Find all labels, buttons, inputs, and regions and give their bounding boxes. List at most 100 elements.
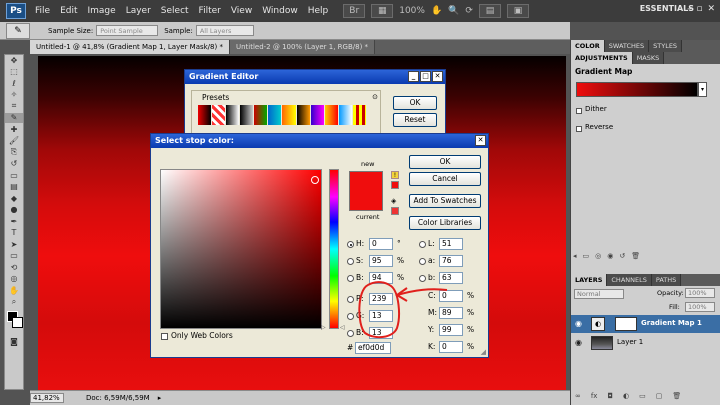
tab-swatches[interactable]: SWATCHES bbox=[604, 40, 650, 52]
eyedropper-tool-icon[interactable]: ✎ bbox=[5, 112, 23, 123]
pen-tool-icon[interactable]: ✒ bbox=[5, 216, 23, 226]
marquee-tool-icon[interactable]: ⬚ bbox=[5, 67, 23, 77]
tab-untitled-1[interactable]: Untitled-1 @ 41,8% (Gradient Map 1, Laye… bbox=[30, 40, 230, 54]
tab-layers[interactable]: LAYERS bbox=[571, 274, 608, 286]
new-adjustment-icon[interactable]: ◐ bbox=[623, 392, 629, 400]
reset-icon[interactable]: ↺ bbox=[619, 252, 625, 264]
sample-select[interactable]: All Layers bbox=[195, 25, 254, 36]
quick-mask-icon[interactable]: ◙ bbox=[5, 337, 23, 347]
tab-styles[interactable]: STYLES bbox=[649, 40, 683, 52]
add-mask-icon[interactable]: ◘ bbox=[607, 392, 613, 400]
tab-untitled-2[interactable]: Untitled-2 @ 100% (Layer 1, RGB/8) * bbox=[229, 40, 376, 54]
link-icon[interactable]: ∞ bbox=[575, 392, 581, 400]
menu-edit[interactable]: Edit bbox=[55, 6, 82, 16]
preset-swatch[interactable] bbox=[338, 105, 352, 125]
view-extras-icon[interactable]: ▦ bbox=[371, 4, 394, 18]
menu-file[interactable]: File bbox=[30, 6, 55, 16]
web-safe-icon[interactable]: ◈ bbox=[391, 197, 396, 205]
dither-checkbox[interactable] bbox=[576, 108, 582, 114]
zoom-tool-icon[interactable]: 🔍 bbox=[448, 6, 459, 16]
3d-rotate-icon[interactable]: ⟲ bbox=[5, 262, 23, 272]
eye-icon[interactable]: ◉ bbox=[575, 319, 582, 328]
rotate-view-icon[interactable]: ⟳ bbox=[465, 6, 473, 16]
zoom-field[interactable]: 41,82% bbox=[30, 393, 64, 403]
lasso-tool-icon[interactable]: ℓ bbox=[5, 78, 23, 88]
preset-swatch[interactable] bbox=[254, 105, 268, 125]
blur-tool-icon[interactable]: ◆ bbox=[5, 193, 23, 203]
hue-radio[interactable] bbox=[347, 241, 354, 248]
gradient-reset-button[interactable]: Reset bbox=[393, 113, 437, 127]
eye-icon[interactable]: ◉ bbox=[575, 338, 582, 347]
clip-layer-icon[interactable]: ◎ bbox=[595, 252, 601, 264]
preset-swatch[interactable] bbox=[198, 105, 212, 125]
new-layer-icon[interactable]: ▢ bbox=[656, 392, 663, 400]
lab-l-radio[interactable] bbox=[419, 241, 426, 248]
move-tool-icon[interactable]: ✥ bbox=[5, 55, 23, 65]
hand-tool-icon[interactable]: ✋ bbox=[431, 6, 442, 16]
clone-stamp-icon[interactable]: ⎘ bbox=[5, 147, 23, 157]
tab-masks[interactable]: MASKS bbox=[632, 52, 665, 64]
preset-swatch[interactable] bbox=[282, 105, 296, 125]
quick-select-tool-icon[interactable]: ✧ bbox=[5, 90, 23, 100]
preset-swatch[interactable] bbox=[268, 105, 282, 125]
layer-row-gradient-map[interactable]: ◉ ◐ Gradient Map 1 bbox=[571, 315, 720, 333]
delete-icon[interactable]: 🗑 bbox=[631, 252, 640, 264]
layer-row-layer-1[interactable]: ◉ Layer 1 bbox=[571, 334, 720, 352]
new-group-icon[interactable]: ▭ bbox=[639, 392, 646, 400]
brush-tool-icon[interactable]: 🖌 bbox=[5, 136, 23, 146]
lab-l-field[interactable]: 51 bbox=[439, 238, 463, 250]
menu-help[interactable]: Help bbox=[303, 6, 334, 16]
gradient-map-preview[interactable] bbox=[576, 82, 698, 97]
add-to-swatches-button[interactable]: Add To Swatches bbox=[409, 194, 481, 208]
gradient-dropdown-icon[interactable]: ▾ bbox=[698, 82, 707, 97]
close-icon[interactable]: ✕ bbox=[475, 135, 486, 146]
color-swatches[interactable] bbox=[5, 310, 23, 337]
workspace-switcher[interactable]: ESSENTIALS bbox=[640, 4, 694, 13]
fx-icon[interactable]: fx bbox=[591, 392, 598, 400]
maximize-icon[interactable]: □ bbox=[420, 71, 431, 82]
dodge-tool-icon[interactable]: ● bbox=[5, 205, 23, 215]
hue-field[interactable]: 0 bbox=[369, 238, 393, 250]
crop-tool-icon[interactable]: ⌗ bbox=[5, 101, 23, 111]
gradient-ok-button[interactable]: OK bbox=[393, 96, 437, 110]
window-controls[interactable]: – ▫ ✕ bbox=[687, 4, 716, 14]
saturation-brightness-field[interactable] bbox=[160, 169, 322, 329]
gamut-correction-swatch[interactable] bbox=[391, 181, 399, 189]
back-arrow-icon[interactable]: ◂ bbox=[573, 252, 577, 264]
arrange-documents-icon[interactable]: ▤ bbox=[478, 4, 501, 18]
cancel-button[interactable]: Cancel bbox=[409, 172, 481, 186]
preset-swatch[interactable] bbox=[352, 105, 366, 125]
preset-swatch[interactable] bbox=[310, 105, 324, 125]
eraser-tool-icon[interactable]: ▭ bbox=[5, 170, 23, 180]
eyedropper-preset-icon[interactable]: ✎ bbox=[6, 22, 30, 39]
color-picker-cursor[interactable] bbox=[311, 176, 319, 184]
expand-view-icon[interactable]: ▭ bbox=[583, 252, 590, 264]
hand-tool-icon[interactable]: ✋ bbox=[5, 285, 23, 295]
presets-menu-icon[interactable]: ⊙ bbox=[372, 93, 378, 101]
tab-adjustments[interactable]: ADJUSTMENTS bbox=[571, 52, 633, 64]
blend-mode-select[interactable]: Normal bbox=[574, 289, 624, 299]
reverse-checkbox[interactable] bbox=[576, 126, 582, 132]
path-select-icon[interactable]: ➤ bbox=[5, 239, 23, 249]
preset-swatch[interactable] bbox=[240, 105, 254, 125]
hue-slider-left-arrow-icon[interactable]: ▷ bbox=[321, 324, 326, 331]
status-menu-arrow-icon[interactable]: ▸ bbox=[158, 394, 162, 402]
gamut-warning-icon[interactable]: ! bbox=[391, 171, 399, 179]
screen-mode-icon[interactable]: ▣ bbox=[506, 4, 529, 18]
history-brush-icon[interactable]: ↺ bbox=[5, 159, 23, 169]
trash-icon[interactable]: 🗑 bbox=[672, 392, 681, 400]
tab-paths[interactable]: PATHS bbox=[651, 274, 682, 286]
color-libraries-button[interactable]: Color Libraries bbox=[409, 216, 481, 230]
tab-color[interactable]: COLOR bbox=[571, 40, 605, 52]
shape-tool-icon[interactable]: ▭ bbox=[5, 251, 23, 261]
tab-channels[interactable]: CHANNELS bbox=[607, 274, 652, 286]
sample-size-select[interactable]: Point Sample bbox=[96, 25, 159, 36]
bridge-icon[interactable]: Br bbox=[343, 4, 366, 18]
visibility-icon[interactable]: ◉ bbox=[607, 252, 613, 264]
menu-window[interactable]: Window bbox=[257, 6, 303, 16]
web-safe-swatch[interactable] bbox=[391, 207, 399, 215]
3d-camera-icon[interactable]: ◎ bbox=[5, 274, 23, 284]
preset-swatch[interactable] bbox=[212, 105, 226, 125]
healing-brush-icon[interactable]: ✚ bbox=[5, 124, 23, 134]
menu-layer[interactable]: Layer bbox=[121, 6, 156, 16]
